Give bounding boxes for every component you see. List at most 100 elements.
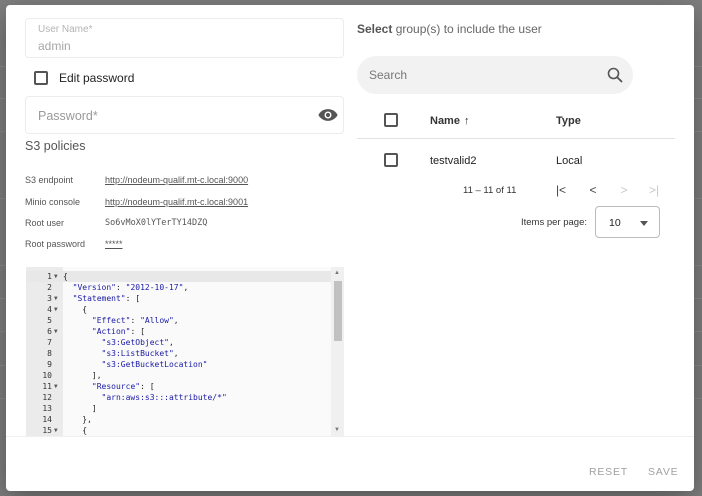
- line-number: 9: [47, 360, 52, 369]
- code-text: "Resource": [: [91, 382, 155, 391]
- code-text: "Version": "2012-10-17",: [72, 283, 189, 292]
- line-number: 8: [47, 349, 52, 358]
- first-page-icon[interactable]: |<: [553, 183, 569, 197]
- code-text: ]: [63, 404, 97, 413]
- fold-arrow-icon[interactable]: ▼: [54, 304, 58, 315]
- editor-scroll-thumb[interactable]: [334, 281, 342, 341]
- code-line: 11 ▼ "Resource": [: [26, 381, 331, 392]
- code-line: 14 },: [26, 414, 331, 425]
- caret-down-icon: [640, 221, 648, 226]
- code-line: 5 "Effect": "Allow",: [26, 315, 331, 326]
- items-per-page-value: 10: [609, 217, 621, 229]
- policy-json-editor[interactable]: 1 ▼{2 "Version": "2012-10-17", 3 ▼ "Stateme…: [26, 267, 344, 436]
- s3-endpoint-link[interactable]: http://nodeum-qualif.mt-c.local:9000: [105, 175, 248, 185]
- column-name-header[interactable]: Name ↑: [430, 115, 469, 127]
- group-type-cell: Local: [556, 155, 583, 167]
- line-number: 12: [42, 393, 52, 402]
- line-number: 15: [42, 426, 52, 435]
- group-search-input[interactable]: Search: [357, 56, 633, 94]
- code-line: 3 ▼ "Statement": [: [26, 293, 331, 304]
- code-line: 6 ▼ "Action": [: [26, 326, 331, 337]
- root-password-label: Root password: [25, 239, 86, 249]
- username-field[interactable]: User Name* admin: [25, 18, 344, 58]
- group-title-bold: Select: [357, 22, 393, 36]
- edit-password-checkbox[interactable]: [34, 71, 48, 85]
- items-per-page-select[interactable]: 10: [595, 206, 660, 238]
- code-text: "arn:aws:s3:::attribute/*": [101, 393, 227, 402]
- add-user-to-group-dialog: User Name* admin Edit password Password*…: [6, 5, 694, 491]
- line-number: 7: [47, 338, 52, 347]
- fold-arrow-icon[interactable]: ▼: [54, 425, 58, 436]
- save-button[interactable]: SAVE: [648, 466, 678, 478]
- username-label: User Name*: [38, 24, 93, 35]
- line-number: 13: [42, 404, 52, 413]
- code-text: "Statement": [: [72, 294, 141, 303]
- line-number: 11: [42, 382, 52, 391]
- s3-policies-title: S3 policies: [25, 139, 86, 153]
- username-value: admin: [38, 39, 71, 53]
- footer-divider: [6, 436, 694, 437]
- fold-arrow-icon[interactable]: ▼: [54, 381, 58, 392]
- fold-arrow-icon[interactable]: ▼: [54, 293, 58, 304]
- code-text: {: [63, 426, 88, 435]
- groups-table-header: Name ↑ Type: [357, 103, 675, 139]
- code-line: 10 ],: [26, 370, 331, 381]
- code-line: 1 ▼ {: [26, 271, 331, 282]
- row-checkbox[interactable]: [384, 153, 398, 167]
- password-placeholder: Password*: [38, 109, 98, 123]
- column-type-header[interactable]: Type: [556, 115, 581, 127]
- line-number: 10: [42, 371, 52, 380]
- line-number: 6: [47, 327, 52, 336]
- line-number: 2: [47, 283, 52, 292]
- arrow-up-icon: ↑: [463, 115, 470, 127]
- group-name-cell: testvalid2: [430, 155, 477, 167]
- edit-password-toggle[interactable]: Edit password: [34, 71, 134, 85]
- group-select-title: Select group(s) to include the user: [357, 22, 542, 36]
- code-line: 13 ]: [26, 403, 331, 414]
- select-all-checkbox[interactable]: [384, 113, 398, 127]
- line-number: 4: [47, 305, 52, 314]
- minio-console-link[interactable]: http://nodeum-qualif.mt-c.local:9001: [105, 197, 248, 207]
- chevron-right-icon[interactable]: >: [616, 183, 632, 197]
- s3-endpoint-label: S3 endpoint: [25, 175, 74, 185]
- table-row[interactable]: testvalid2 Local: [357, 143, 675, 177]
- code-line: 12 "arn:aws:s3:::attribute/*": [26, 392, 331, 403]
- column-name-label: Name: [430, 115, 460, 127]
- code-text: ],: [63, 371, 102, 380]
- editor-scrollbar[interactable]: ▲ ▼: [331, 267, 344, 436]
- last-page-icon[interactable]: >|: [646, 183, 662, 197]
- edit-password-label: Edit password: [59, 71, 135, 85]
- scroll-down-icon[interactable]: ▼: [334, 427, 340, 433]
- password-field[interactable]: Password*: [25, 96, 344, 134]
- items-per-page-label: Items per page:: [521, 217, 588, 228]
- search-icon[interactable]: [607, 67, 623, 83]
- code-text: {: [63, 272, 68, 281]
- minio-console-label: Minio console: [25, 197, 81, 207]
- scroll-up-icon[interactable]: ▲: [334, 270, 340, 276]
- reset-button[interactable]: RESET: [589, 466, 628, 478]
- code-text: "s3:GetObject",: [101, 338, 174, 347]
- root-user-label: Root user: [25, 218, 65, 228]
- code-line: 4 ▼ {: [26, 304, 331, 315]
- fold-arrow-icon[interactable]: ▼: [54, 326, 58, 337]
- pagination-range: 11 – 11 of 11: [463, 185, 517, 196]
- line-number: 3: [47, 294, 52, 303]
- root-user-value: So6vMoX0lYTerTY14DZQ: [105, 218, 208, 228]
- line-number: 1: [47, 272, 52, 281]
- search-placeholder: Search: [369, 68, 408, 82]
- code-line: 8 "s3:ListBucket",: [26, 348, 331, 359]
- fold-arrow-icon[interactable]: ▼: [54, 271, 58, 282]
- code-line: 7 "s3:GetObject",: [26, 337, 331, 348]
- code-line: 2 "Version": "2012-10-17",: [26, 282, 331, 293]
- group-title-rest: group(s) to include the user: [392, 22, 542, 36]
- code-text: {: [63, 305, 88, 314]
- eye-icon[interactable]: [318, 107, 338, 123]
- code-line: 9 "s3:GetBucketLocation": [26, 359, 331, 370]
- code-text: "s3:GetBucketLocation": [101, 360, 208, 369]
- code-text: "Effect": "Allow",: [91, 316, 179, 325]
- line-number: 14: [42, 415, 52, 424]
- code-line: 15 ▼ {: [26, 425, 331, 436]
- code-text: "s3:ListBucket",: [101, 349, 179, 358]
- chevron-left-icon[interactable]: <: [585, 183, 601, 197]
- root-password-value[interactable]: *****: [105, 239, 123, 249]
